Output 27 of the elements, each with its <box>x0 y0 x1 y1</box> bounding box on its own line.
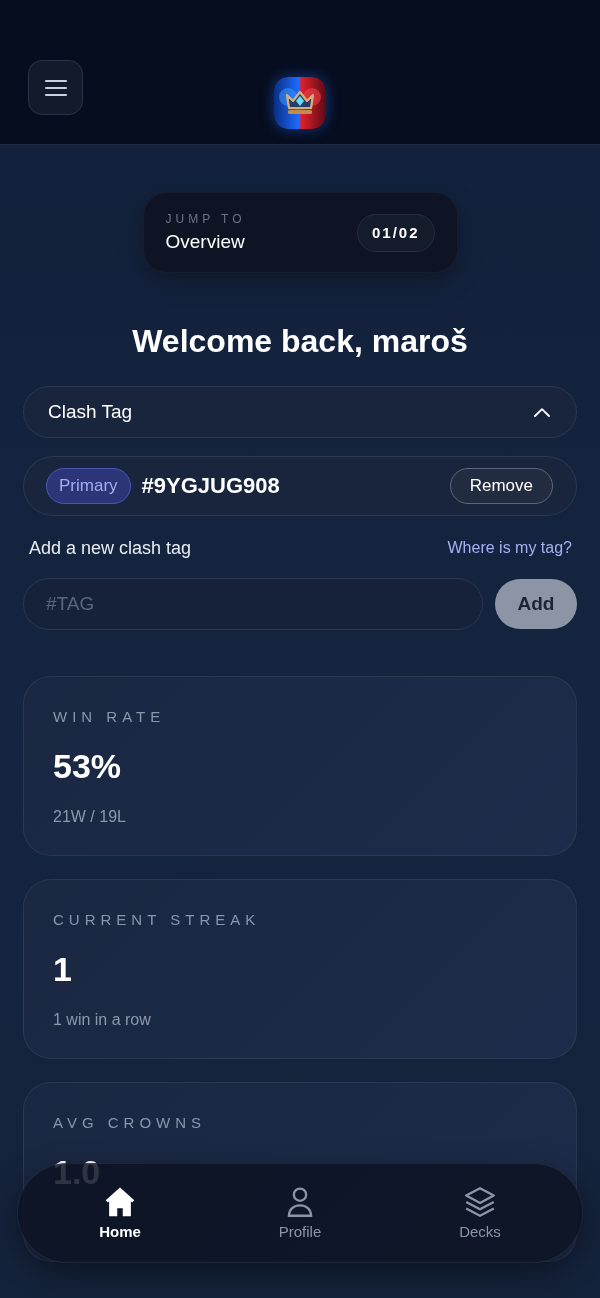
clash-tag-accordion[interactable]: Clash Tag <box>23 386 577 438</box>
stat-value: 1 <box>53 950 72 988</box>
jump-to-caption: JUMP TO <box>165 212 246 226</box>
stat-value: 53% <box>53 747 122 785</box>
remove-button[interactable]: Remove <box>449 468 553 504</box>
home-icon <box>105 1186 135 1217</box>
nav-tab[interactable]: Profile <box>270 1182 330 1244</box>
clash-tag-text: #9YGJUG908 <box>141 473 281 499</box>
section-jump-button[interactable]: JUMP TO Overview 01/02 <box>142 192 458 273</box>
person-icon <box>285 1186 315 1217</box>
welcome-heading: Welcome back, maroš <box>131 322 469 361</box>
tag-input-field[interactable]: #TAG <box>23 578 483 630</box>
section-counter: 01/02 <box>356 213 435 252</box>
stat-label: WIN RATE <box>53 708 166 726</box>
crown-icon <box>274 77 326 129</box>
section-name: Overview <box>165 231 245 253</box>
menu-button[interactable] <box>28 60 83 115</box>
stat-label: AVG CROWNS <box>53 1114 207 1132</box>
tag-help-link[interactable]: Where is my tag? <box>447 537 572 559</box>
stat-detail: 21W / 19L <box>53 807 126 827</box>
menu-icon <box>44 79 67 96</box>
add-tag-label: Add a new clash tag <box>29 537 192 559</box>
layers-icon <box>465 1186 495 1217</box>
primary-badge: Primary <box>46 468 131 504</box>
stat-label: CURRENT STREAK <box>53 911 261 929</box>
stat-detail: 1 win in a row <box>53 1010 151 1030</box>
nav-tab[interactable]: Decks <box>451 1182 509 1244</box>
